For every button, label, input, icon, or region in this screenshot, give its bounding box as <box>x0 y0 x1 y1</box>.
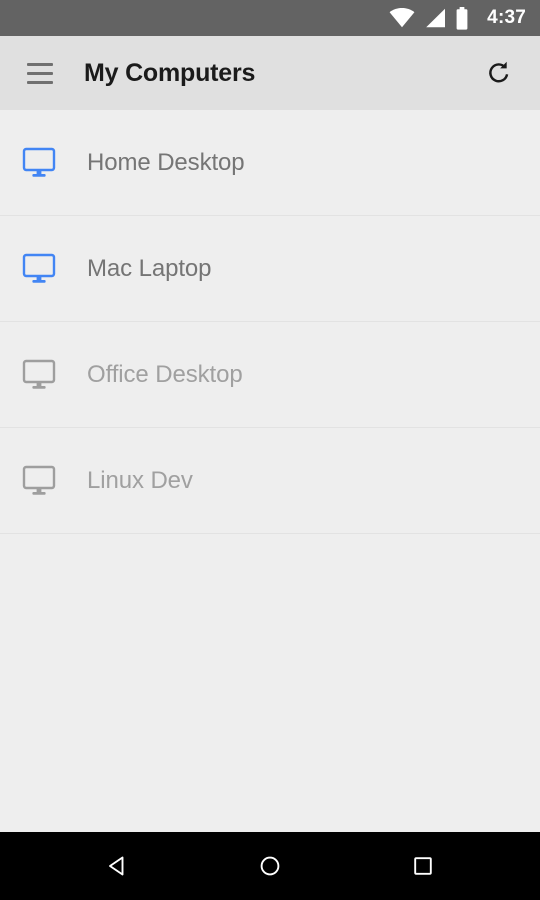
app-screen: 4:37 My Computers Home Desktop Mac Lapto… <box>0 0 540 900</box>
page-title: My Computers <box>84 58 256 87</box>
computer-name: Office Desktop <box>87 360 243 388</box>
status-bar-clock: 4:37 <box>487 7 526 28</box>
recents-button[interactable] <box>393 842 453 890</box>
list-item[interactable]: Mac Laptop <box>0 216 540 322</box>
status-bar-icons: 4:37 <box>389 6 526 30</box>
computer-name: Mac Laptop <box>87 254 212 282</box>
menu-line-2 <box>27 71 53 75</box>
list-item[interactable]: Office Desktop <box>0 322 540 428</box>
monitor-icon <box>16 246 62 292</box>
status-bar: 4:37 <box>0 0 540 36</box>
wifi-icon <box>389 8 415 28</box>
monitor-icon <box>16 458 62 504</box>
hamburger-menu-icon[interactable] <box>18 51 62 95</box>
cellular-signal-icon <box>424 8 446 28</box>
monitor-icon <box>16 140 62 186</box>
back-button[interactable] <box>87 842 147 890</box>
monitor-icon <box>16 352 62 398</box>
home-button[interactable] <box>240 842 300 890</box>
computer-list: Home Desktop Mac Laptop Office Desktop L… <box>0 110 540 832</box>
battery-icon <box>455 6 469 30</box>
computer-name: Home Desktop <box>87 148 245 176</box>
android-navigation-bar <box>0 832 540 900</box>
menu-line-1 <box>27 62 53 66</box>
menu-line-3 <box>27 80 53 84</box>
list-item[interactable]: Home Desktop <box>0 110 540 216</box>
refresh-icon[interactable] <box>476 50 522 96</box>
app-bar: My Computers <box>0 36 540 110</box>
computer-name: Linux Dev <box>87 466 193 494</box>
list-item[interactable]: Linux Dev <box>0 428 540 534</box>
